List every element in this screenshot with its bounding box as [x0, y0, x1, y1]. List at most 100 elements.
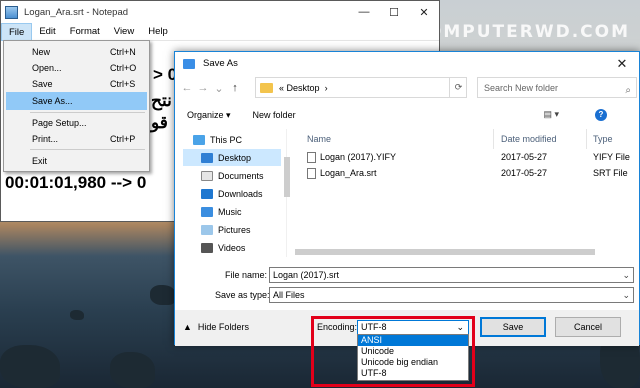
editor-text[interactable]: 00:01:01,980 --> 0 [5, 173, 146, 193]
menu-item-save[interactable]: Save Ctrl+S [6, 75, 147, 93]
up-button[interactable]: ↑ [227, 82, 243, 94]
address-location: Desktop [286, 82, 320, 93]
file-type: YIFY File [593, 152, 630, 162]
text-fragment: نتح [151, 91, 172, 110]
menu-item-label: Exit [32, 156, 48, 166]
site-watermark: COMPUTERWD.COM [412, 22, 630, 42]
menu-bar: File Edit Format View Help [1, 22, 439, 41]
menu-item-label: Save [32, 79, 53, 89]
nav-label: Downloads [218, 188, 263, 199]
chevron-icon: › [324, 82, 328, 93]
music-icon [201, 206, 213, 217]
menu-item-label: Page Setup... [32, 118, 87, 128]
nav-item-downloads[interactable]: Downloads [183, 185, 281, 202]
highlight-annotation-box [311, 316, 475, 387]
file-icon [307, 168, 316, 180]
back-button[interactable]: ← [179, 82, 195, 94]
file-list-scrollbar[interactable] [291, 248, 629, 256]
pictures-icon [201, 224, 213, 235]
notepad-icon [5, 5, 18, 19]
rock [70, 310, 84, 320]
dialog-toolbar: Organize ▾ New folder ▤ ▾ ? [175, 104, 639, 126]
menu-format[interactable]: Format [63, 23, 107, 41]
recent-dropdown[interactable]: ⌄ [211, 82, 227, 95]
menu-edit[interactable]: Edit [32, 23, 62, 41]
address-bar[interactable]: « Desktop › [255, 77, 467, 98]
chevron-down-icon: ⌄ [622, 290, 630, 300]
nav-item-this-pc[interactable]: This PC [183, 131, 281, 148]
cancel-button[interactable]: Cancel [555, 317, 621, 337]
save-button[interactable]: Save [480, 317, 546, 337]
search-placeholder: Search New folder [484, 83, 559, 93]
new-folder-button[interactable]: New folder [253, 110, 296, 120]
organize-button[interactable]: Organize ▾ [187, 110, 231, 121]
nav-item-videos[interactable]: Videos [183, 239, 281, 256]
shortcut: Ctrl+S [110, 79, 136, 89]
scroll-thumb[interactable] [295, 249, 595, 255]
file-date: 2017-05-27 [501, 152, 548, 162]
save-as-dialog: Save As ✕ ← → ⌄ ↑ « Desktop › ⟳ Search N… [174, 51, 640, 346]
menu-item-label: New [32, 47, 51, 57]
save-type-label: Save as type: [215, 290, 270, 300]
search-icon: ⌕ [625, 85, 631, 96]
menu-item-print[interactable]: Print... Ctrl+P [6, 130, 147, 148]
scroll-thumb[interactable] [284, 157, 290, 197]
dialog-icon [183, 58, 195, 69]
view-options-button[interactable]: ▤ ▾ [543, 109, 559, 121]
close-button[interactable]: ✕ [409, 6, 439, 19]
folder-icon [260, 82, 273, 93]
help-icon[interactable]: ? [595, 109, 607, 121]
search-input[interactable]: Search New folder ⌕ [477, 77, 637, 98]
column-header-type[interactable]: Type [591, 129, 635, 149]
maximize-button[interactable]: ☐ [379, 6, 409, 19]
file-menu: New Ctrl+N Open... Ctrl+O Save Ctrl+S Save … [3, 40, 150, 172]
menu-item-label: Save As... [32, 96, 73, 106]
chevron-down-icon[interactable]: ⌄ [622, 268, 630, 282]
navigation-pane: This PC Desktop Documents Downloads Musi… [179, 129, 287, 257]
videos-icon [201, 242, 213, 253]
refresh-button[interactable]: ⟳ [449, 77, 467, 98]
menu-help[interactable]: Help [141, 23, 175, 41]
nav-item-documents[interactable]: Documents [183, 167, 281, 184]
rock [110, 352, 155, 388]
menu-item-label: Open... [32, 63, 62, 73]
nav-item-music[interactable]: Music [183, 203, 281, 220]
menu-separator [30, 112, 145, 113]
file-type: SRT File [593, 168, 628, 178]
downloads-icon [201, 188, 213, 199]
menu-view[interactable]: View [107, 23, 141, 41]
file-row[interactable]: Logan (2017).YIFY 2017-05-27 YIFY File [307, 149, 637, 165]
file-name-input[interactable]: Logan (2017).srt ⌄ [269, 267, 634, 283]
nav-item-pictures[interactable]: Pictures [183, 221, 281, 238]
nav-label: This PC [210, 134, 243, 145]
shortcut: Ctrl+P [110, 134, 136, 144]
file-date: 2017-05-27 [501, 168, 548, 178]
menu-separator [30, 149, 145, 150]
save-type-value: All Files [273, 290, 305, 300]
menu-file[interactable]: File [1, 22, 33, 41]
file-list: Name Date modified Type Logan (2017).YIF… [301, 129, 635, 259]
column-header-date[interactable]: Date modified [497, 129, 587, 149]
nav-label: Videos [218, 242, 246, 253]
hide-folders-toggle[interactable]: ▲ Hide Folders [183, 322, 249, 332]
rock [150, 285, 176, 305]
menu-item-save-as[interactable]: Save As... [6, 92, 147, 110]
nav-item-desktop[interactable]: Desktop [183, 149, 281, 166]
rock [0, 345, 60, 388]
column-header-name[interactable]: Name [301, 129, 494, 149]
file-icon [307, 152, 316, 164]
nav-scrollbar[interactable] [284, 137, 292, 257]
dialog-close-button[interactable]: ✕ [605, 56, 639, 72]
file-name-value: Logan (2017).srt [273, 270, 340, 280]
file-name-label: File name: [225, 270, 268, 280]
dialog-title: Save As [203, 58, 238, 69]
desktop-icon [201, 152, 213, 163]
file-row[interactable]: Logan_Ara.srt 2017-05-27 SRT File [307, 165, 637, 181]
notepad-titlebar: Logan_Ara.srt - Notepad — ☐ ✕ [1, 1, 439, 23]
file-name: Logan (2017).YIFY [320, 152, 397, 162]
minimize-button[interactable]: — [349, 6, 379, 19]
documents-icon [201, 170, 213, 181]
menu-item-exit[interactable]: Exit [6, 152, 147, 170]
save-type-select[interactable]: All Files ⌄ [269, 287, 634, 303]
forward-button[interactable]: → [195, 82, 211, 94]
